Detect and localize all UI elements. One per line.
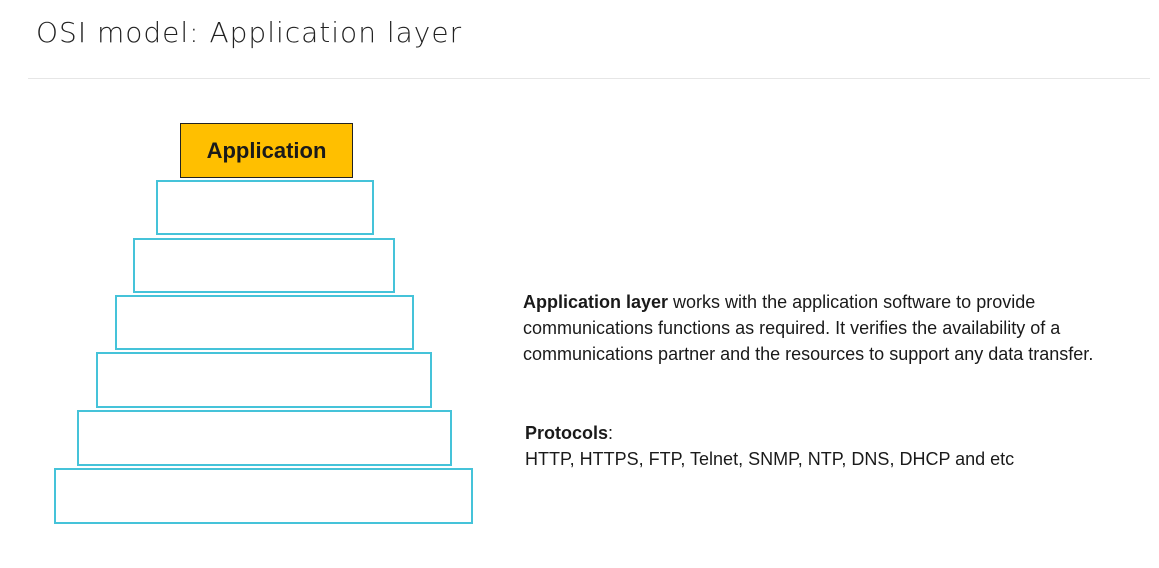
layer-5-box xyxy=(133,238,395,293)
layer-3-box xyxy=(96,352,432,408)
protocols-heading-line: Protocols: xyxy=(525,420,1125,446)
protocols-block: Protocols: HTTP, HTTPS, FTP, Telnet, SNM… xyxy=(525,420,1125,472)
layer-1-box xyxy=(54,468,473,524)
layer-6-box xyxy=(156,180,374,235)
protocols-list: HTTP, HTTPS, FTP, Telnet, SNMP, NTP, DNS… xyxy=(525,449,1015,469)
protocols-separator: : xyxy=(608,423,614,443)
osi-pyramid: Application xyxy=(0,0,520,568)
layer-2-box xyxy=(77,410,452,466)
protocols-heading: Protocols xyxy=(525,423,609,443)
description-term: Application layer xyxy=(523,292,669,312)
layer-description: Application layer works with the applica… xyxy=(523,289,1123,367)
layer-application: Application xyxy=(180,123,353,178)
layer-4-box xyxy=(115,295,414,350)
